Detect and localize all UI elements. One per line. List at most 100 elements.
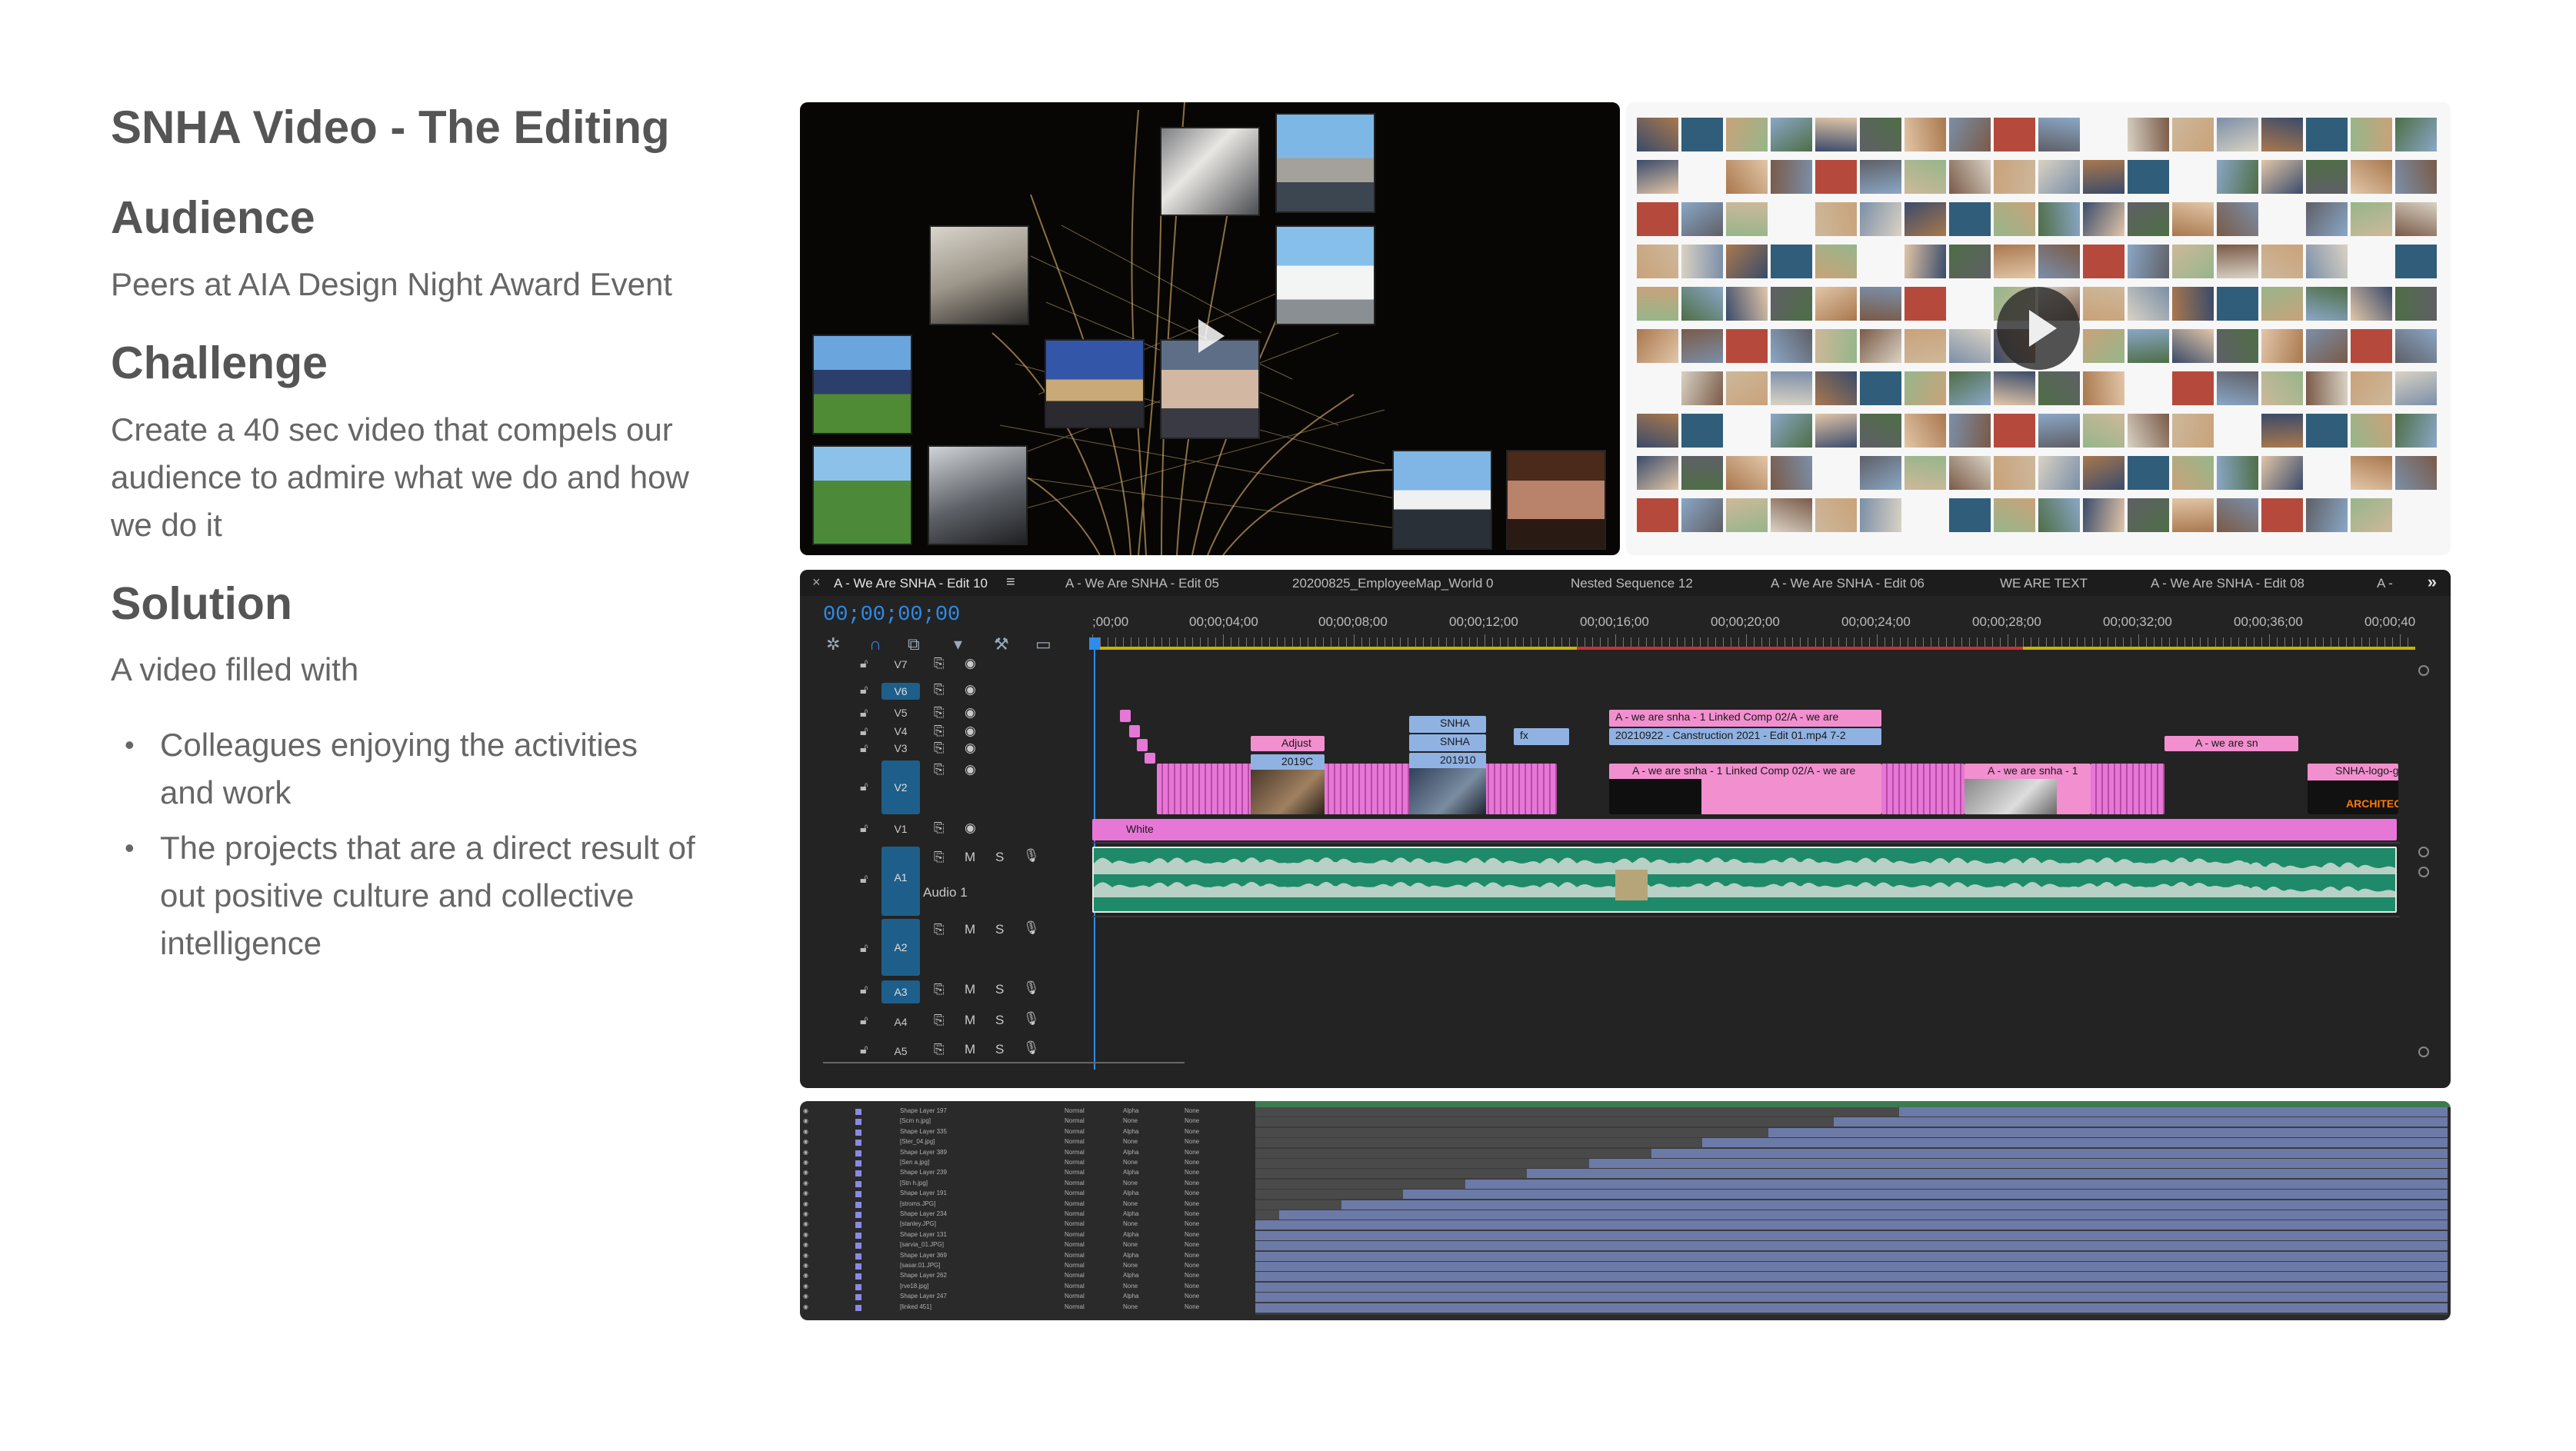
layer-name[interactable]: [Scm n.jpg] xyxy=(900,1117,931,1124)
layer-name[interactable]: Shape Layer 389 xyxy=(900,1149,947,1156)
layer-row[interactable]: ◉ Shape Layer 234 Normal Alpha None xyxy=(800,1210,1254,1220)
layer-bar[interactable] xyxy=(1527,1169,2448,1179)
layer-mode[interactable]: Normal xyxy=(1065,1231,1085,1238)
layer-mode[interactable]: Normal xyxy=(1065,1128,1085,1135)
lock-icon[interactable]: 🔓︎ xyxy=(860,942,868,956)
layer-track-matte[interactable]: None xyxy=(1123,1241,1138,1248)
layer-mode[interactable]: Normal xyxy=(1065,1190,1085,1196)
layer-parent[interactable]: None xyxy=(1185,1303,1199,1310)
layer-bar[interactable] xyxy=(1255,1220,2448,1230)
clip-small[interactable] xyxy=(1137,739,1148,751)
layer-name[interactable]: Shape Layer 369 xyxy=(900,1252,947,1259)
layer-name[interactable]: [sarvia_01.JPG] xyxy=(900,1241,944,1248)
lock-icon[interactable]: 🔓︎ xyxy=(860,725,868,739)
timecode-display[interactable]: 00;00;00;00 xyxy=(823,604,960,627)
clip-linked-comp-v2[interactable]: A - we are snha - 1 Linked Comp 02/A - w… xyxy=(1609,764,1881,814)
layer-name[interactable]: Shape Layer 191 xyxy=(900,1190,947,1196)
solo-button[interactable]: S xyxy=(995,982,1004,997)
layer-bar[interactable] xyxy=(1255,1272,2448,1282)
tab-sequence[interactable]: Nested Sequence 12 xyxy=(1571,576,1693,591)
vertical-scroll-handle[interactable] xyxy=(2418,665,2429,676)
track-label[interactable]: V3 xyxy=(881,742,920,754)
play-icon[interactable] xyxy=(1198,319,1225,353)
layer-mode[interactable]: Normal xyxy=(1065,1283,1085,1290)
layer-track-matte[interactable]: Alpha xyxy=(1123,1128,1138,1135)
layer-track-matte[interactable]: Alpha xyxy=(1123,1169,1138,1176)
layer-name[interactable]: [Sen a.jpg] xyxy=(900,1159,929,1166)
layer-mode[interactable]: Normal xyxy=(1065,1303,1085,1310)
clip-photo-sequence[interactable] xyxy=(1881,764,1964,814)
layer-mode[interactable]: Normal xyxy=(1065,1117,1085,1124)
layer-bar[interactable] xyxy=(1651,1148,2448,1158)
wrench-icon[interactable]: ⚒ xyxy=(994,634,1009,654)
tab-sequence-active[interactable]: A - We Are SNHA - Edit 10 xyxy=(834,576,988,591)
track-label[interactable]: A1 xyxy=(881,847,920,916)
layer-parent[interactable]: None xyxy=(1185,1159,1199,1166)
lock-icon[interactable]: 🔓︎ xyxy=(860,707,868,721)
layer-name[interactable]: [linked 451] xyxy=(900,1303,931,1310)
layer-mode[interactable]: Normal xyxy=(1065,1210,1085,1217)
clip-small[interactable] xyxy=(1145,753,1155,764)
track-label[interactable]: A4 xyxy=(881,1016,920,1028)
layer-mode[interactable]: Normal xyxy=(1065,1138,1085,1145)
layer-mode[interactable]: Normal xyxy=(1065,1149,1085,1156)
track-label[interactable]: A2 xyxy=(881,919,920,976)
mute-button[interactable]: M xyxy=(965,850,975,865)
lock-icon[interactable]: 🔓︎ xyxy=(860,983,868,997)
sync-icon[interactable]: ⎘ xyxy=(934,922,945,937)
layer-parent[interactable]: None xyxy=(1185,1138,1199,1145)
layer-parent[interactable]: None xyxy=(1185,1107,1199,1114)
layer-name[interactable]: [stroms.JPG] xyxy=(900,1200,935,1207)
layer-track-matte[interactable]: None xyxy=(1123,1303,1138,1310)
layer-name[interactable]: [Ster_04.jpg] xyxy=(900,1138,935,1145)
clip-2019c[interactable]: 2019C xyxy=(1251,754,1325,770)
tab-sequence[interactable]: A - We Are SNHA - Edit 08 xyxy=(2151,576,2304,591)
track-label[interactable]: V4 xyxy=(881,725,920,737)
microphone-icon[interactable]: 🎙︎ xyxy=(1023,920,1040,936)
layer-row[interactable]: ◉ [Stn h.jpg] Normal None None xyxy=(800,1180,1254,1189)
layer-track-matte[interactable]: Alpha xyxy=(1123,1190,1138,1196)
sync-icon[interactable]: ⎘ xyxy=(934,1042,945,1057)
vertical-scroll-handle[interactable] xyxy=(2418,1047,2429,1057)
time-ruler[interactable]: ;00;00 00;00;04;00 00;00;08;00 00;00;12;… xyxy=(1092,596,2446,650)
layer-bar[interactable] xyxy=(1255,1293,2448,1303)
layer-bar[interactable] xyxy=(1255,1230,2448,1240)
layer-row[interactable]: ◉ [Ster_04.jpg] Normal None None xyxy=(800,1138,1254,1147)
layer-row[interactable]: ◉ [sasar.01.JPG] Normal None None xyxy=(800,1262,1254,1271)
visibility-eye-icon[interactable]: ◉ xyxy=(803,1200,808,1207)
layer-name[interactable]: Shape Layer 197 xyxy=(900,1107,947,1114)
vertical-scroll-handle[interactable] xyxy=(2418,867,2429,877)
sync-icon[interactable]: ⎘ xyxy=(934,762,945,777)
marker-icon[interactable]: ▾ xyxy=(954,634,962,654)
close-tab-icon[interactable]: × xyxy=(812,574,821,591)
clip-white[interactable]: White xyxy=(1092,819,2397,840)
layer-bar[interactable] xyxy=(1255,1282,2448,1292)
sync-icon[interactable]: ⎘ xyxy=(934,740,945,756)
layer-mode[interactable]: Normal xyxy=(1065,1241,1085,1248)
clip-small[interactable] xyxy=(1120,710,1131,722)
visibility-eye-icon[interactable]: ◉ xyxy=(803,1169,808,1176)
eye-icon[interactable]: ◉ xyxy=(965,762,976,777)
lock-icon[interactable]: 🔓︎ xyxy=(860,684,868,697)
visibility-eye-icon[interactable]: ◉ xyxy=(803,1252,808,1259)
layer-row[interactable]: ◉ [stroms.JPG] Normal None None xyxy=(800,1200,1254,1210)
layer-name[interactable]: [rve18.jpg] xyxy=(900,1283,928,1290)
layer-parent[interactable]: None xyxy=(1185,1262,1199,1269)
clip-photo-sequence[interactable] xyxy=(2091,764,2164,814)
layer-row[interactable]: ◉ [sarvia_01.JPG] Normal None None xyxy=(800,1241,1254,1250)
clip-we-are-snha-1[interactable]: A - we are snha - 1 xyxy=(1964,764,2091,814)
layer-row[interactable]: ◉ Shape Layer 131 Normal Alpha None xyxy=(800,1231,1254,1240)
layer-name[interactable]: [sasar.01.JPG] xyxy=(900,1262,940,1269)
lock-icon[interactable]: 🔓︎ xyxy=(860,1043,868,1057)
layer-row[interactable]: ◉ Shape Layer 262 Normal Alpha None xyxy=(800,1272,1254,1281)
microphone-icon[interactable]: 🎙︎ xyxy=(1023,848,1040,864)
layer-parent[interactable]: None xyxy=(1185,1190,1199,1196)
linked-selection-icon[interactable]: ⧉ xyxy=(908,634,920,654)
composition-layers-panel[interactable]: ◉ Shape Layer 197 Normal Alpha None ◉ [Scm n.j… xyxy=(800,1101,2451,1320)
layer-track-matte[interactable]: Alpha xyxy=(1123,1210,1138,1217)
visibility-eye-icon[interactable]: ◉ xyxy=(803,1180,808,1186)
layer-name[interactable]: Shape Layer 247 xyxy=(900,1293,947,1300)
layer-mode[interactable]: Normal xyxy=(1065,1107,1085,1114)
layer-name[interactable]: Shape Layer 262 xyxy=(900,1272,947,1279)
sync-icon[interactable]: ⎘ xyxy=(934,705,945,721)
